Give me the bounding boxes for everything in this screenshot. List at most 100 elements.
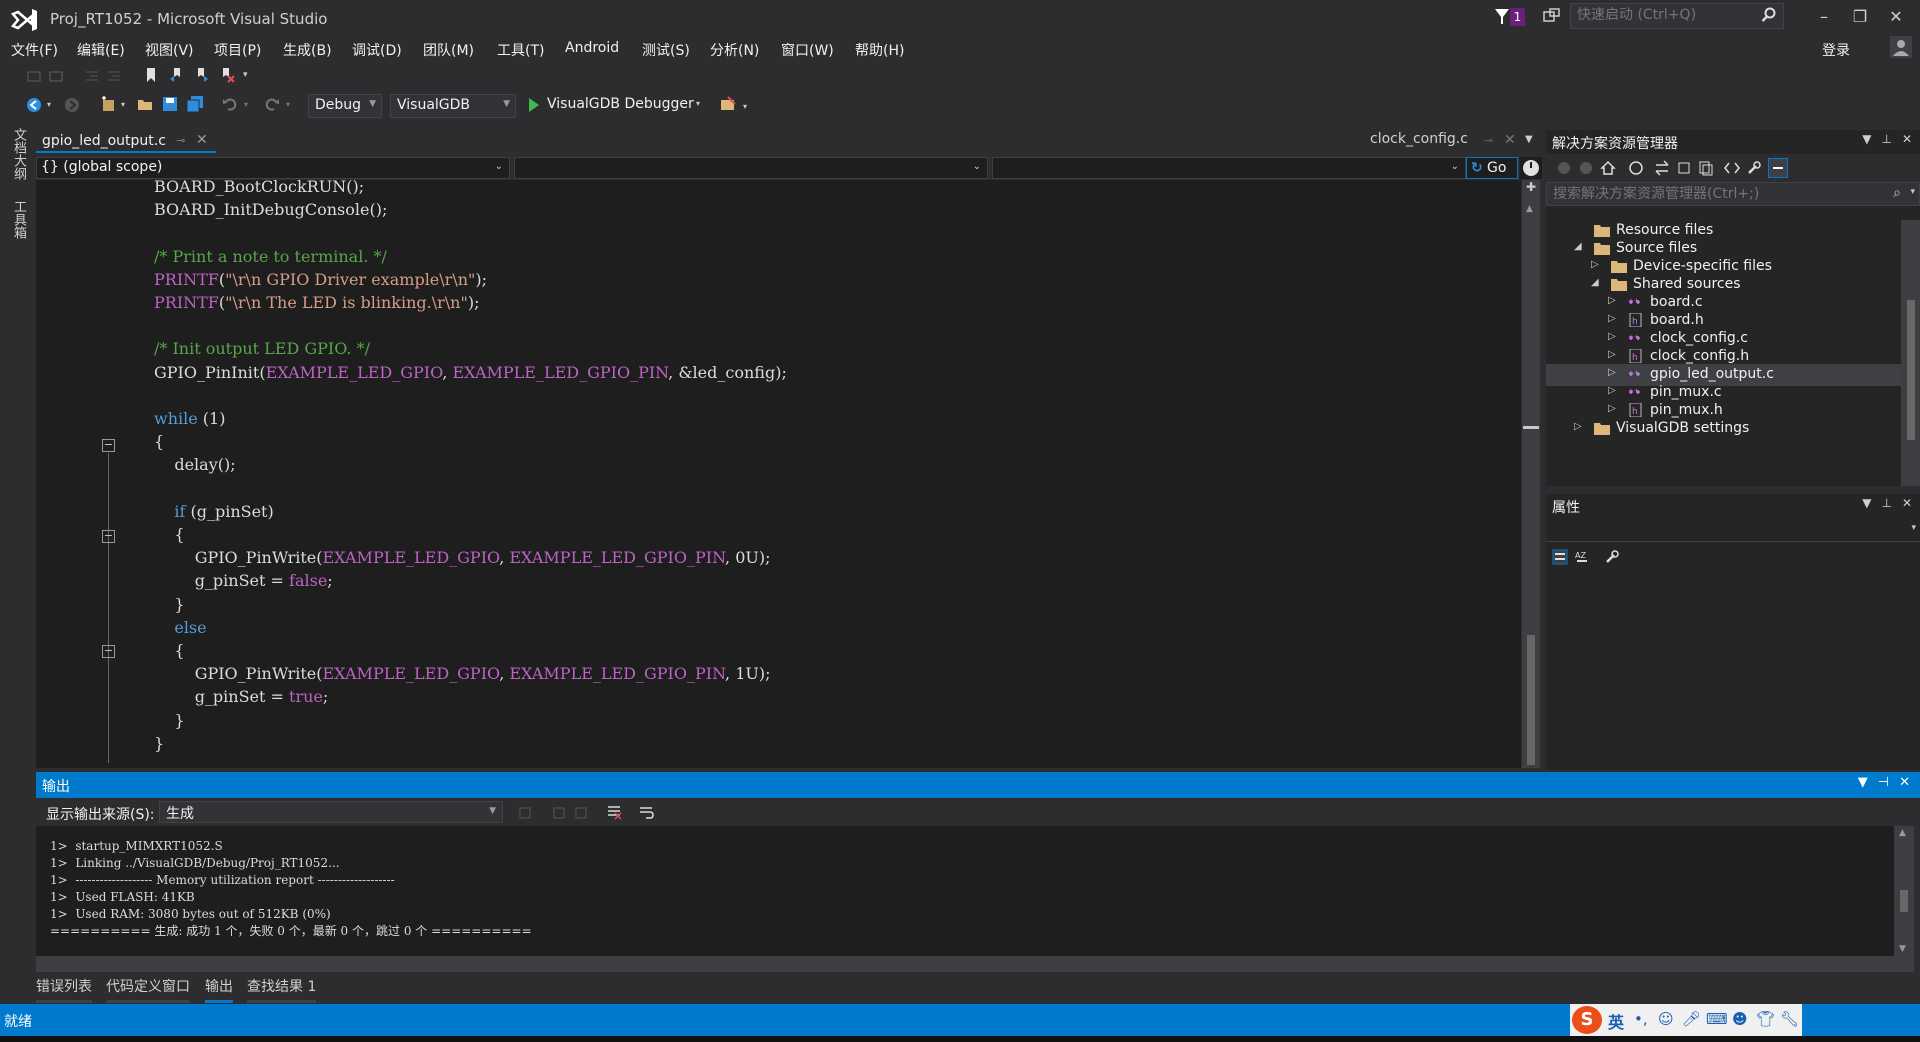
expander-icon[interactable]: ▷ (1608, 331, 1616, 342)
expander-icon[interactable]: ▷ (1574, 421, 1582, 432)
forward-icon[interactable] (64, 97, 80, 113)
code-line[interactable]: } (154, 709, 184, 732)
save-all-icon[interactable] (187, 96, 203, 112)
expander-icon[interactable]: ◢ (1591, 277, 1599, 288)
back-dropdown-icon[interactable]: ▾ (47, 100, 51, 109)
quick-launch[interactable] (1570, 3, 1784, 29)
output-source-select[interactable]: 生成 ▼ (159, 801, 503, 823)
redo-icon[interactable] (264, 96, 280, 112)
code-line[interactable]: PRINTF("\r\n The LED is blinking.\r\n"); (154, 291, 479, 314)
tree-item[interactable]: ▷ VisualGDB settings (1546, 418, 1901, 440)
menu-project[interactable]: 项目(P) (214, 40, 261, 60)
feedback-icon[interactable] (1542, 7, 1562, 25)
view-code-icon[interactable] (1724, 160, 1740, 176)
menu-help[interactable]: 帮助(H) (855, 40, 904, 60)
go-button[interactable]: ↻ Go (1466, 157, 1518, 179)
close-icon[interactable]: ✕ (196, 132, 208, 148)
pin-icon[interactable]: ⊥ (1881, 496, 1891, 510)
menu-android[interactable]: Android (565, 40, 619, 56)
tab-list-dropdown-icon[interactable]: ▼ (1525, 134, 1533, 145)
skin-icon[interactable]: 👕︎ (1756, 1010, 1775, 1028)
code-line[interactable]: } (154, 732, 164, 755)
tab-gpio-led-output[interactable]: gpio_led_output.c ⊸ ✕ (36, 131, 216, 153)
tab-clock-config[interactable]: clock_config.c ⊸ ✕ (1370, 131, 1516, 153)
code-editor[interactable]: BOARD_BootClockRUN(); BOARD_InitDebugCons… (36, 180, 1521, 768)
tab-code-definition[interactable]: 代码定义窗口 (106, 976, 190, 1003)
expander-icon[interactable]: ▷ (1608, 349, 1616, 360)
debugger-dropdown-icon[interactable]: ▾ (696, 99, 700, 108)
output-text[interactable]: 1> startup_MIMXRT1052.S 1> Linking ../Vis… (36, 826, 1894, 956)
platform-select[interactable]: VisualGDB ▼ (390, 94, 516, 118)
back-icon[interactable] (1556, 160, 1572, 176)
tab-output[interactable]: 输出 (205, 976, 233, 1003)
code-line[interactable]: g_pinSet = true; (154, 685, 329, 708)
prev-bookmark-icon[interactable] (168, 67, 184, 83)
quick-launch-input[interactable] (1577, 7, 1757, 23)
notifications-button[interactable]: 1 (1494, 6, 1528, 28)
fold-toggle-while[interactable]: − (102, 439, 115, 452)
expander-icon[interactable]: ▷ (1608, 295, 1616, 306)
close-icon[interactable]: ✕ (1902, 496, 1912, 510)
account-icon[interactable] (1890, 36, 1912, 58)
menu-analyze[interactable]: 分析(N) (710, 40, 759, 60)
code-line[interactable]: { (154, 430, 164, 453)
solution-search-box[interactable]: ⌕ ▾ (1546, 182, 1920, 206)
code-line[interactable]: delay(); (154, 453, 235, 476)
show-all-files-icon[interactable] (1698, 160, 1714, 176)
expander-icon[interactable]: ▷ (1608, 385, 1616, 396)
uncomment-icon[interactable] (48, 68, 64, 84)
solution-search-input[interactable] (1553, 186, 1853, 202)
back-icon[interactable] (26, 97, 42, 113)
scroll-down-icon[interactable]: ▼ (1899, 944, 1906, 954)
solution-tree-scrollbar[interactable] (1901, 220, 1920, 486)
close-icon[interactable]: ✕ (1504, 132, 1516, 148)
pin-icon[interactable]: ⊥ (1881, 132, 1891, 146)
code-line[interactable]: g_pinSet = false; (154, 569, 333, 592)
toolbar-overflow-icon[interactable]: ▾ (243, 70, 248, 80)
toolbox-tab[interactable]: 工具箱 (9, 200, 28, 239)
menu-window[interactable]: 窗口(W) (781, 40, 834, 60)
scroll-thumb[interactable] (1907, 300, 1915, 440)
code-line[interactable]: } (154, 593, 184, 616)
save-icon[interactable] (162, 96, 178, 112)
keyboard-icon[interactable]: ⌨ (1706, 1010, 1728, 1028)
panel-menu-icon[interactable]: ▼ (1862, 132, 1871, 146)
document-outline-tab[interactable]: 文档大纲 (9, 128, 28, 180)
menu-debug[interactable]: 调试(D) (352, 40, 402, 60)
undo-dropdown-icon[interactable]: ▾ (244, 100, 248, 109)
microphone-icon[interactable]: 🎤︎ (1682, 1010, 1701, 1028)
code-line[interactable]: /* Print a note to terminal. */ (154, 245, 387, 268)
sync-icon[interactable] (1654, 160, 1670, 176)
comment-out-icon[interactable] (26, 68, 42, 84)
panel-menu-icon[interactable]: ▼ (1862, 496, 1871, 510)
menu-file[interactable]: 文件(F) (11, 40, 58, 60)
fold-toggle-if[interactable]: − (102, 530, 115, 543)
panel-menu-icon[interactable]: ▼ (1858, 775, 1868, 790)
next-message-icon[interactable] (574, 804, 590, 820)
scroll-up-icon[interactable]: ▲ (1526, 204, 1533, 214)
toolbar-overflow-icon[interactable]: ▾ (743, 102, 747, 111)
pin-icon[interactable]: ⊸ (1484, 134, 1493, 147)
pin-icon[interactable]: ⊸ (176, 134, 185, 147)
code-line[interactable]: BOARD_BootClockRUN(); (154, 180, 364, 198)
code-area[interactable]: BOARD_BootClockRUN(); BOARD_InitDebugCons… (36, 180, 1496, 768)
properties-object-select[interactable]: ▾ (1546, 520, 1920, 542)
outdent-icon[interactable] (84, 68, 100, 84)
type-select[interactable]: ⌄ (514, 157, 988, 179)
power-icon[interactable] (1520, 157, 1542, 179)
find-message-icon[interactable] (518, 804, 534, 820)
scroll-up-icon[interactable]: ▲ (1899, 828, 1906, 838)
code-line[interactable]: { (154, 639, 184, 662)
new-project-icon[interactable] (100, 96, 116, 112)
menu-view[interactable]: 视图(V) (145, 40, 194, 60)
minimize-button[interactable]: – (1806, 4, 1842, 30)
start-debug-play-icon[interactable] (528, 97, 540, 113)
code-line[interactable]: { (154, 523, 184, 546)
collapse-all-icon[interactable] (1676, 160, 1692, 176)
search-options-icon[interactable]: ▾ (1910, 187, 1915, 197)
expander-icon[interactable]: ▷ (1608, 403, 1616, 414)
code-line[interactable]: GPIO_PinWrite(EXAMPLE_LED_GPIO, EXAMPLE_… (154, 546, 771, 569)
emoji-icon[interactable]: ☺ (1658, 1010, 1674, 1028)
restore-button[interactable]: ❐ (1842, 4, 1878, 30)
new-dropdown-icon[interactable]: ▾ (121, 100, 125, 109)
